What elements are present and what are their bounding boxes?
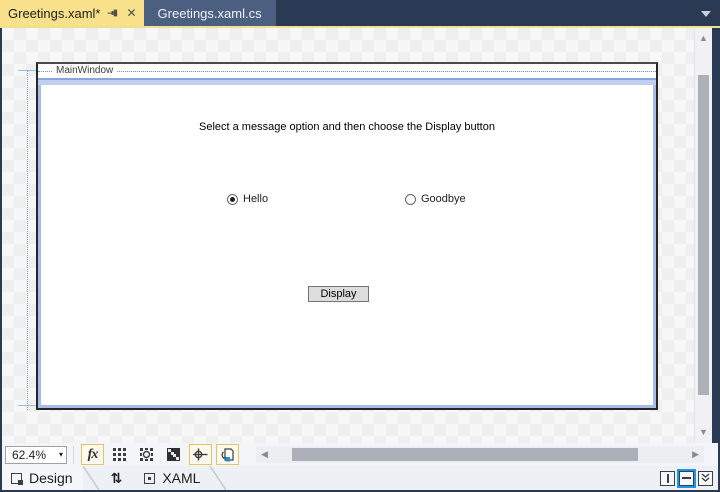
radio-hello[interactable]: Hello bbox=[227, 193, 268, 205]
radio-unchecked-icon bbox=[405, 194, 416, 205]
design-tab-label: Design bbox=[29, 470, 73, 486]
designed-window[interactable]: MainWindow Select a message option and t… bbox=[36, 62, 658, 410]
toggle-artboard-background-button[interactable] bbox=[162, 444, 185, 465]
vertical-scrollbar[interactable]: ▲ ▼ bbox=[694, 28, 712, 443]
artboard-background-icon bbox=[167, 448, 180, 461]
effects-fx-button[interactable]: fx bbox=[81, 444, 104, 465]
tab-design[interactable]: Design bbox=[2, 466, 83, 490]
document-tab-bar: Greetings.xaml* ✕ Greetings.xaml.cs bbox=[0, 0, 720, 26]
snap-to-gridlines-button[interactable] bbox=[135, 444, 158, 465]
radio-label: Goodbye bbox=[421, 193, 466, 205]
horizontal-split-icon bbox=[682, 477, 691, 479]
design-view-icon bbox=[11, 473, 22, 484]
tab-separator bbox=[83, 466, 99, 490]
horizontal-split-button[interactable] bbox=[679, 471, 694, 486]
tab-greetings-xaml-cs[interactable]: Greetings.xaml.cs bbox=[144, 0, 276, 26]
pin-icon[interactable] bbox=[107, 7, 119, 19]
vs-editor-window: Greetings.xaml* ✕ Greetings.xaml.cs Main… bbox=[0, 0, 720, 492]
tab-list-dropdown-icon[interactable] bbox=[701, 11, 711, 17]
chevron-down-icon: ▾ bbox=[59, 450, 63, 459]
scroll-right-icon[interactable]: ▶ bbox=[692, 446, 699, 463]
designed-window-titlebar: MainWindow bbox=[38, 64, 656, 78]
selection-adorner-top bbox=[38, 78, 656, 85]
margin-guide-line bbox=[27, 70, 28, 410]
scroll-up-icon[interactable]: ▲ bbox=[695, 31, 712, 45]
xaml-view-icon bbox=[144, 473, 155, 484]
view-tab-bar: Design ⇅ XAML bbox=[2, 466, 718, 490]
collapse-pane-icon bbox=[701, 473, 710, 483]
vertical-scrollbar-thumb[interactable] bbox=[698, 75, 709, 395]
snap-grid-icon bbox=[140, 448, 153, 461]
close-icon[interactable]: ✕ bbox=[126, 7, 136, 19]
vertical-split-button[interactable] bbox=[660, 471, 675, 486]
title-guide-line bbox=[38, 71, 656, 72]
design-canvas[interactable]: MainWindow Select a message option and t… bbox=[2, 28, 694, 443]
snaplines-icon bbox=[193, 448, 208, 461]
zoom-level-value: 62.4% bbox=[12, 448, 46, 462]
zoom-level-combobox[interactable]: 62.4% ▾ bbox=[5, 446, 67, 464]
vertical-split-icon bbox=[667, 474, 669, 483]
scroll-down-icon[interactable]: ▼ bbox=[695, 425, 712, 439]
radio-goodbye[interactable]: Goodbye bbox=[405, 193, 466, 205]
split-view-controls bbox=[660, 471, 713, 486]
designed-window-content: Select a message option and then choose … bbox=[38, 85, 656, 408]
swap-panes-button[interactable]: ⇅ bbox=[99, 470, 135, 487]
instruction-label: Select a message option and then choose … bbox=[41, 121, 653, 133]
fx-icon: fx bbox=[88, 447, 98, 463]
toolbar-separator bbox=[73, 446, 74, 464]
tab-label: Greetings.xaml.cs bbox=[158, 6, 262, 21]
grid-icon bbox=[113, 448, 126, 461]
scroll-left-icon[interactable]: ◀ bbox=[261, 446, 268, 463]
designed-window-title: MainWindow bbox=[52, 65, 117, 76]
designer-toolbar: 62.4% ▾ fx bbox=[2, 443, 718, 466]
tab-label: Greetings.xaml* bbox=[8, 6, 100, 21]
radio-checked-icon bbox=[227, 194, 238, 205]
radio-label: Hello bbox=[243, 193, 268, 205]
tab-greetings-xaml[interactable]: Greetings.xaml* ✕ bbox=[0, 0, 144, 26]
tab-separator bbox=[210, 466, 226, 490]
display-button[interactable]: Display bbox=[308, 286, 369, 302]
horizontal-scrollbar[interactable]: ◀ ▶ bbox=[256, 446, 704, 463]
disable-project-code-button[interactable] bbox=[216, 444, 239, 465]
xaml-tab-label: XAML bbox=[162, 470, 200, 486]
tab-xaml[interactable]: XAML bbox=[134, 466, 210, 490]
snap-to-snaplines-button[interactable] bbox=[189, 444, 212, 465]
show-snap-grid-button[interactable] bbox=[108, 444, 131, 465]
project-code-icon bbox=[221, 448, 235, 462]
horizontal-scrollbar-thumb[interactable] bbox=[292, 448, 638, 461]
collapse-pane-button[interactable] bbox=[698, 471, 713, 486]
